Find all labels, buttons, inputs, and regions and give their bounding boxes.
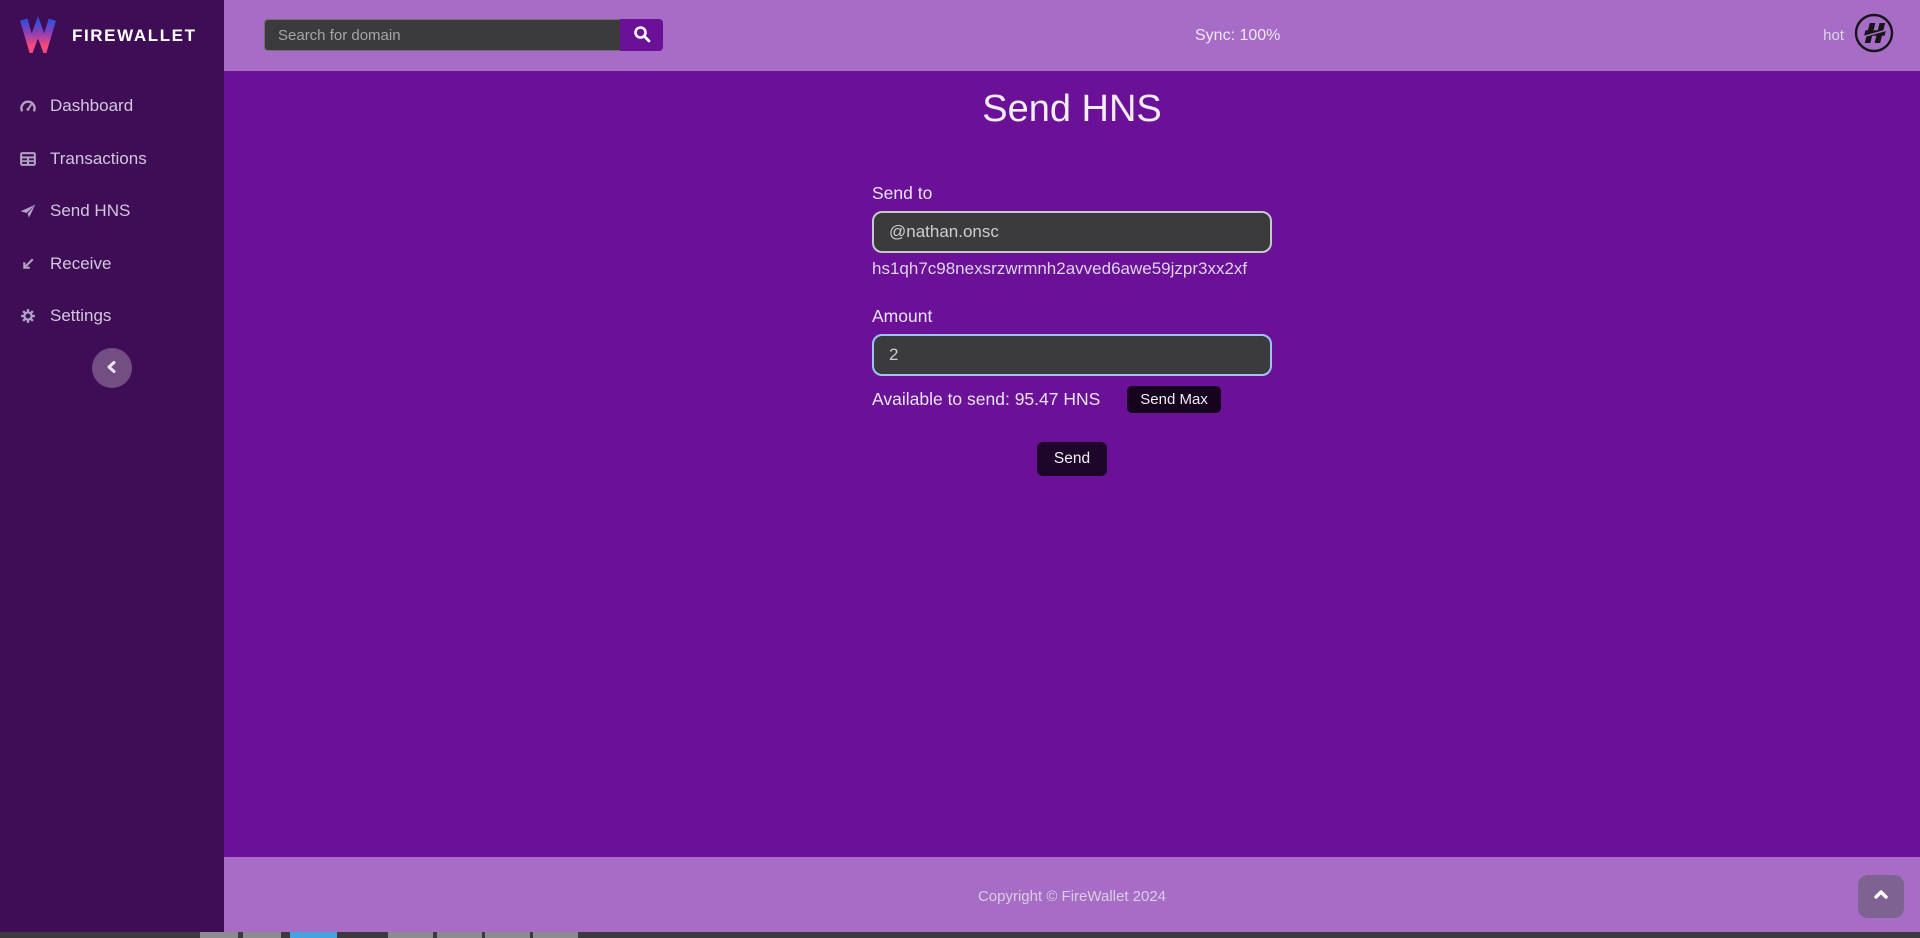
sidebar-item-label: Settings bbox=[50, 306, 111, 326]
taskbar-item[interactable] bbox=[485, 932, 530, 938]
chevron-up-icon bbox=[1870, 884, 1892, 909]
sync-status-text: Sync: 100% bbox=[1195, 27, 1280, 45]
sidebar-collapse-button[interactable] bbox=[92, 348, 132, 388]
domain-search-bar bbox=[264, 19, 663, 51]
taskbar-item[interactable] bbox=[533, 932, 578, 938]
taskbar-item[interactable] bbox=[200, 932, 238, 938]
send-form: Send to hs1qh7c98nexsrzwrmnh2avved6awe59… bbox=[872, 183, 1272, 476]
available-row: Available to send: 95.47 HNS Send Max bbox=[872, 386, 1272, 413]
send-to-input[interactable] bbox=[872, 211, 1272, 253]
sidebar-item-transactions[interactable]: Transactions bbox=[0, 133, 224, 186]
sidebar-item-label: Transactions bbox=[50, 149, 147, 169]
scroll-to-top-button[interactable] bbox=[1858, 875, 1904, 918]
wallet-selector[interactable]: hot bbox=[1823, 0, 1895, 71]
sidebar-item-send-hns[interactable]: Send HNS bbox=[0, 185, 224, 238]
topbar: Sync: 100% hot bbox=[224, 0, 1920, 71]
taskbar-item[interactable] bbox=[290, 932, 337, 938]
footer: Copyright © FireWallet 2024 bbox=[224, 857, 1920, 932]
sidebar-item-label: Dashboard bbox=[50, 96, 133, 116]
send-to-label: Send to bbox=[872, 183, 1272, 204]
chevron-left-icon bbox=[102, 357, 122, 380]
amount-label: Amount bbox=[872, 306, 1272, 327]
sidebar-nav: Dashboard Transactions Send HNS bbox=[0, 80, 224, 343]
domain-search-input[interactable] bbox=[264, 19, 620, 51]
sync-status: Sync: 100% bbox=[1195, 0, 1280, 71]
gauge-icon bbox=[19, 97, 37, 115]
taskbar-item[interactable] bbox=[243, 932, 281, 938]
sidebar-item-label: Send HNS bbox=[50, 201, 130, 221]
paper-plane-icon bbox=[19, 202, 37, 220]
arrow-down-left-icon bbox=[19, 255, 37, 273]
sidebar-item-dashboard[interactable]: Dashboard bbox=[0, 80, 224, 133]
main-content: Send HNS Send to hs1qh7c98nexsrzwrmnh2av… bbox=[224, 71, 1920, 857]
table-icon bbox=[19, 150, 37, 168]
sidebar: FIREWALLET Dashboard Tran bbox=[0, 0, 224, 938]
send-max-button[interactable]: Send Max bbox=[1127, 386, 1221, 413]
amount-input[interactable] bbox=[872, 334, 1272, 376]
available-to-send-text: Available to send: 95.47 HNS bbox=[872, 389, 1100, 410]
sidebar-item-receive[interactable]: Receive bbox=[0, 238, 224, 291]
handshake-logo-icon bbox=[1853, 12, 1895, 59]
page-title: Send HNS bbox=[224, 90, 1920, 128]
sidebar-header: FIREWALLET bbox=[0, 0, 224, 71]
search-button[interactable] bbox=[620, 19, 663, 51]
send-button[interactable]: Send bbox=[1037, 442, 1107, 476]
sidebar-item-settings[interactable]: Settings bbox=[0, 290, 224, 343]
gear-icon bbox=[19, 307, 37, 325]
taskbar-item[interactable] bbox=[437, 932, 482, 938]
taskbar-item[interactable] bbox=[388, 932, 433, 938]
wallet-name: hot bbox=[1823, 27, 1844, 44]
firewallet-w-logo-icon bbox=[18, 13, 58, 58]
magnifier-icon bbox=[633, 25, 651, 46]
brand-title: FIREWALLET bbox=[72, 26, 197, 46]
resolved-address: hs1qh7c98nexsrzwrmnh2avved6awe59jzpr3xx2… bbox=[872, 259, 1272, 279]
sidebar-item-label: Receive bbox=[50, 254, 111, 274]
taskbar-strip bbox=[0, 932, 1920, 938]
copyright-text: Copyright © FireWallet 2024 bbox=[224, 857, 1920, 905]
